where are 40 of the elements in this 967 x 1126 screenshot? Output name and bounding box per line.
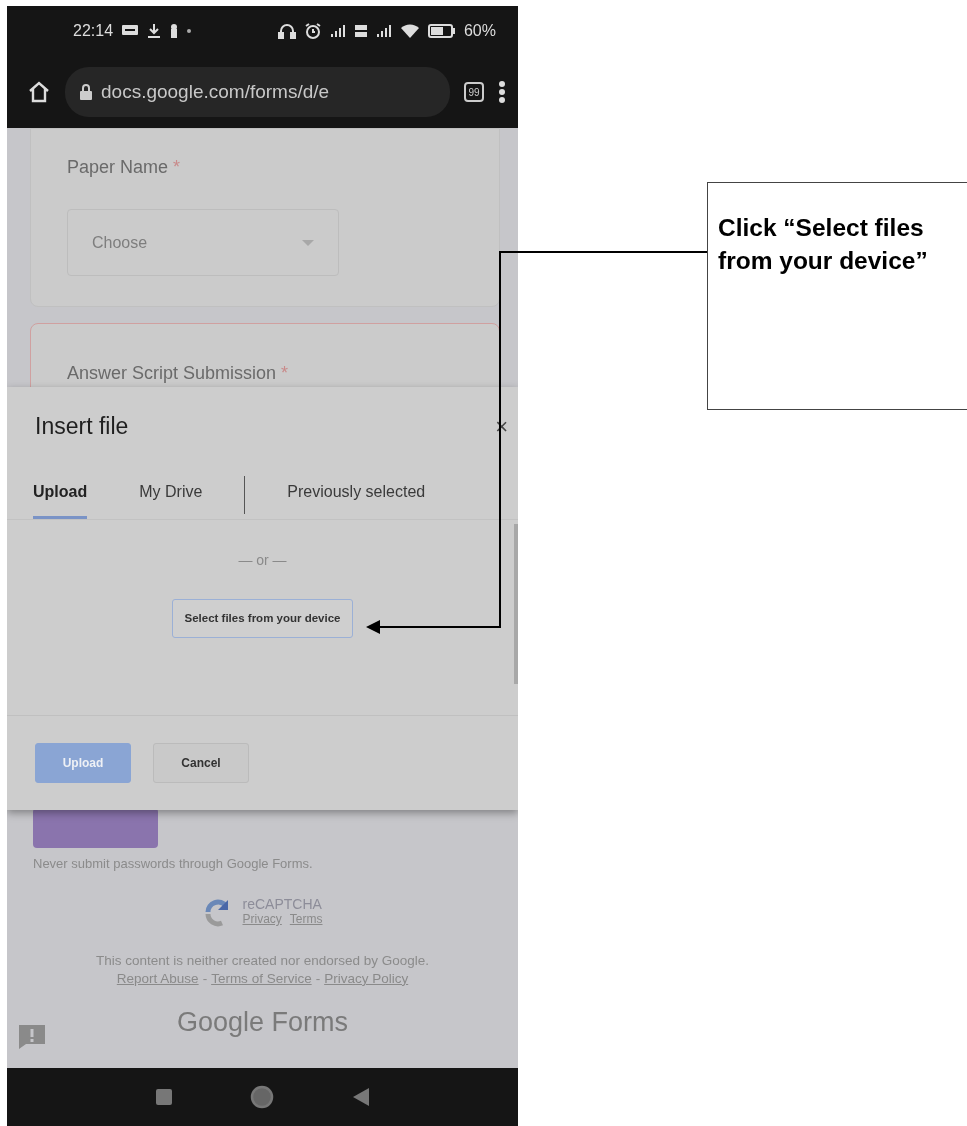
status-time: 22:14	[73, 21, 114, 41]
warning-text: Never submit passwords through Google Forms.	[32, 855, 314, 873]
disclaimer-text: This content is neither created nor endorsed by Google.	[94, 951, 431, 970]
message-icon	[121, 24, 140, 38]
home-icon[interactable]	[27, 80, 51, 104]
keyhole-icon	[169, 23, 180, 39]
tab[interactable]: Upload	[33, 471, 88, 519]
tab[interactable]: My Drive	[139, 471, 203, 519]
back-icon[interactable]	[352, 1088, 369, 1106]
link-separator: -	[315, 969, 321, 988]
cancel-button[interactable]: Cancel	[153, 743, 249, 783]
question-title: Paper Name *	[67, 156, 182, 179]
question-title: Answer Script Submission *	[67, 362, 290, 385]
caret-icon	[302, 239, 314, 246]
submit-button[interactable]	[33, 808, 158, 848]
separator-text: — or —	[238, 550, 287, 570]
scrollbar[interactable]	[514, 523, 518, 684]
brand-logo-text: Google Forms	[176, 1005, 349, 1039]
battery-icon	[427, 24, 456, 38]
recents-icon[interactable]	[156, 1089, 173, 1105]
lock-icon	[79, 84, 93, 100]
dialog-title: Insert file	[35, 412, 129, 441]
signal-icon	[329, 24, 346, 38]
signal-icon	[375, 24, 392, 38]
url-text: docs.google.com/forms/d/e	[101, 79, 330, 104]
home-button-icon[interactable]	[250, 1085, 275, 1109]
tab-count[interactable]: 99	[464, 82, 484, 102]
tab[interactable]: Previously selected	[287, 471, 426, 519]
recaptcha-label: reCAPTCHA	[242, 895, 323, 913]
address-bar[interactable]: docs.google.com/forms/d/e	[65, 67, 450, 117]
alarm-icon	[303, 22, 322, 40]
menu-icon[interactable]	[498, 80, 506, 104]
wifi-icon	[399, 23, 420, 39]
battery-percent: 60%	[463, 21, 496, 41]
link-separator: -	[202, 969, 208, 988]
dot-icon	[187, 29, 192, 33]
select-files-button[interactable]: Select files from your device	[171, 598, 354, 638]
callout-text: Click “Select files from your device”	[707, 182, 967, 410]
headphones-icon	[277, 22, 296, 40]
download-icon	[147, 23, 162, 39]
